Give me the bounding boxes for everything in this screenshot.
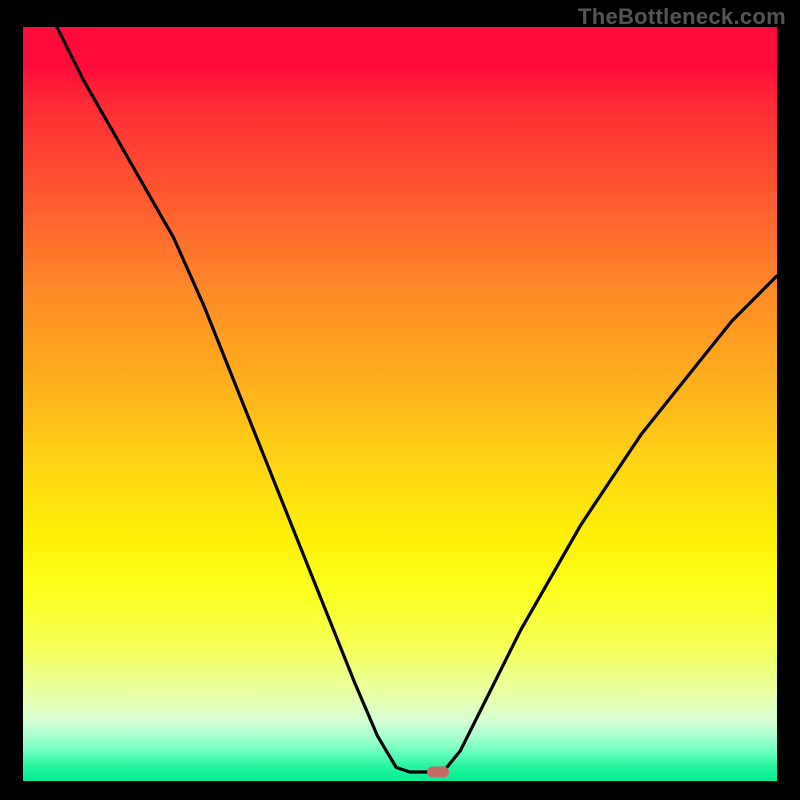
optimum-marker xyxy=(427,766,449,777)
curve-path xyxy=(57,27,777,772)
watermark-text: TheBottleneck.com xyxy=(578,4,786,30)
plot-area xyxy=(23,27,777,781)
bottleneck-curve xyxy=(23,27,777,781)
chart-frame: TheBottleneck.com xyxy=(0,0,800,800)
